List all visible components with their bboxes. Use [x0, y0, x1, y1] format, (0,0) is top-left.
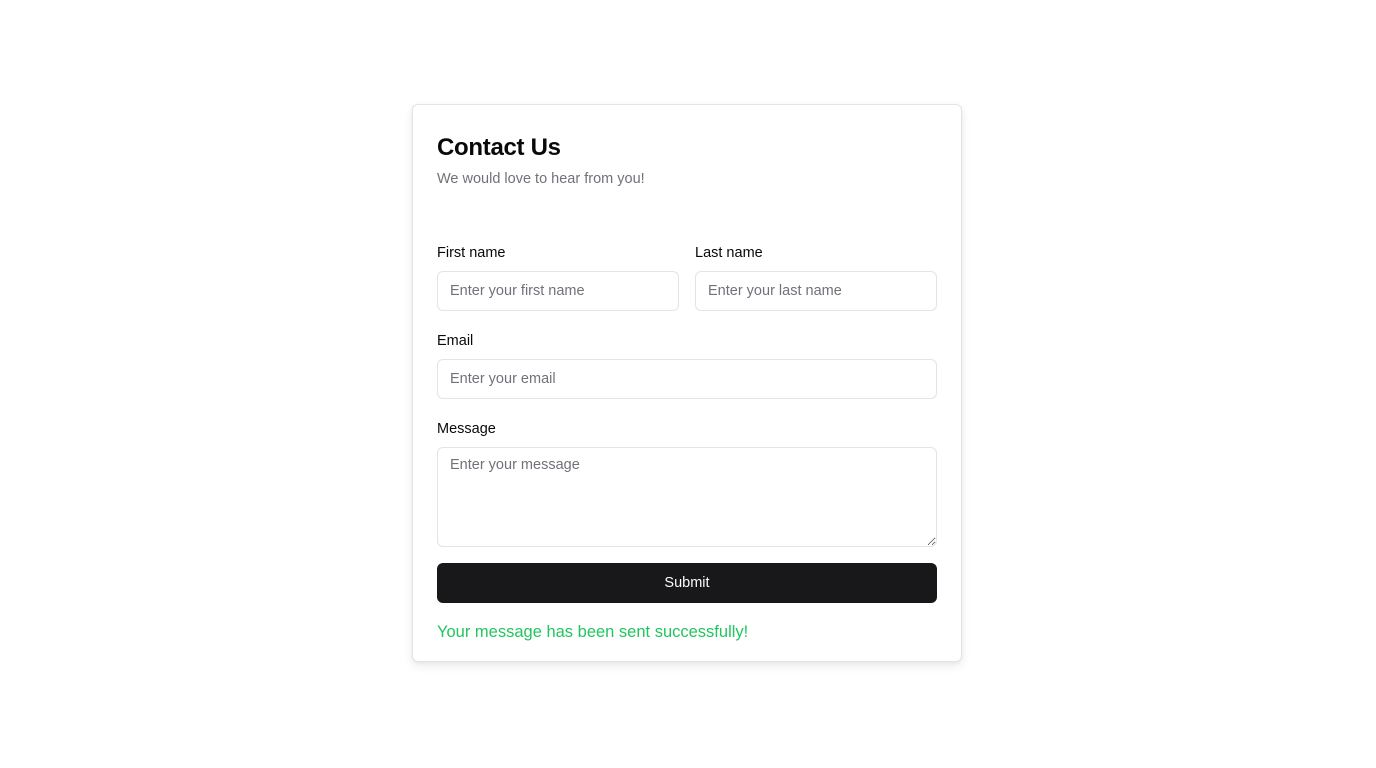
message-group: Message: [437, 419, 937, 547]
first-name-label: First name: [437, 245, 506, 261]
submit-button[interactable]: Submit: [437, 563, 937, 603]
email-group: Email: [437, 331, 937, 399]
contact-card: Contact Us We would love to hear from yo…: [412, 104, 962, 662]
first-name-input[interactable]: [437, 271, 679, 311]
message-textarea[interactable]: [437, 447, 937, 547]
page-title: Contact Us: [437, 134, 561, 161]
first-name-group: First name: [437, 243, 679, 311]
message-label: Message: [437, 421, 496, 437]
last-name-group: Last name: [695, 243, 937, 311]
success-message: Your message has been sent successfully!: [437, 623, 749, 641]
last-name-label: Last name: [695, 245, 763, 261]
last-name-input[interactable]: [695, 271, 937, 311]
page-subtitle: We would love to hear from you!: [437, 171, 645, 187]
email-label: Email: [437, 333, 474, 349]
email-input[interactable]: [437, 359, 937, 399]
name-row: First name Last name: [437, 243, 937, 311]
